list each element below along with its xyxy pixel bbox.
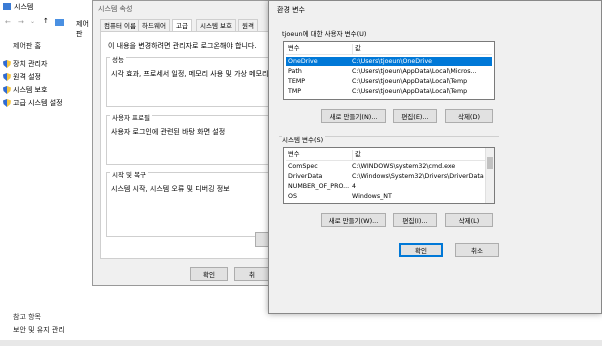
var-value: C:\Users\tjoeun\AppData\Local\Temp bbox=[352, 78, 468, 85]
var-name: OS bbox=[288, 193, 297, 200]
system-icon bbox=[3, 3, 11, 10]
sidebar-item-advanced-settings[interactable]: 고급 시스템 설정 bbox=[3, 98, 63, 108]
tab-panel: 이 내용을 변경하려면 관리자로 로그온해야 합니다. 성능 시각 효과, 프로… bbox=[100, 31, 287, 259]
list-item[interactable]: Path C:\Users\tjoeun\AppData\Local\Micro… bbox=[286, 67, 492, 76]
dialog-title: 시스템 속성 bbox=[98, 5, 133, 13]
user-new-button[interactable]: 새로 만들기(N)... bbox=[321, 109, 386, 123]
window-title: 시스템 bbox=[14, 3, 34, 11]
var-value: C:\WINDOWS\system32\cmd.exe bbox=[352, 163, 456, 170]
system-variables-list[interactable]: 변수 값 ComSpec C:\WINDOWS\system32\cmd.exe… bbox=[283, 147, 495, 204]
shield-icon bbox=[3, 73, 11, 81]
control-panel-home-link[interactable]: 제어판 홈 bbox=[13, 41, 41, 51]
var-name: ComSpec bbox=[288, 163, 318, 170]
dialog-title: 환경 변수 bbox=[277, 6, 305, 14]
ok-button[interactable]: 확인 bbox=[399, 243, 443, 257]
cancel-button[interactable]: 취 bbox=[234, 267, 272, 281]
ok-button[interactable]: 확인 bbox=[190, 267, 228, 281]
forward-arrow-icon[interactable]: → bbox=[18, 18, 24, 26]
vertical-scrollbar[interactable] bbox=[485, 148, 494, 203]
list-item[interactable]: OneDrive C:\Users\tjoeun\OneDrive bbox=[286, 57, 492, 66]
var-name: Path bbox=[288, 68, 302, 75]
see-also-heading: 참고 항목 bbox=[13, 313, 41, 321]
startup-recovery-group: 시작 및 복구 시스템 시작, 시스템 오류 및 디버깅 정보 bbox=[106, 169, 286, 237]
profile-desc: 사용자 로그인에 관련된 바탕 화면 설정 bbox=[111, 128, 226, 136]
startup-title: 시작 및 복구 bbox=[110, 169, 149, 179]
profile-title: 사용자 프로필 bbox=[110, 112, 152, 122]
up-arrow-icon[interactable]: ↑ bbox=[43, 17, 49, 25]
column-value[interactable]: 값 bbox=[352, 150, 361, 160]
shield-icon bbox=[3, 86, 11, 94]
var-name: DriverData bbox=[288, 173, 323, 180]
column-variable[interactable]: 변수 bbox=[288, 44, 300, 54]
system-delete-button[interactable]: 삭제(L) bbox=[445, 213, 493, 227]
var-name: OneDrive bbox=[288, 58, 318, 65]
system-new-button[interactable]: 새로 만들기(W)... bbox=[321, 213, 386, 227]
performance-group: 성능 시각 효과, 프로세서 일정, 메모리 사용 및 가상 메모리 bbox=[106, 54, 286, 107]
var-value: 4 bbox=[352, 183, 357, 190]
performance-title: 성능 bbox=[110, 54, 126, 64]
breadcrumb[interactable]: 제어판 bbox=[76, 19, 92, 39]
cancel-button[interactable]: 취소 bbox=[455, 243, 499, 257]
list-item[interactable]: ComSpec C:\WINDOWS\system32\cmd.exe bbox=[286, 162, 484, 171]
window-titlebar: 시스템 bbox=[0, 0, 92, 14]
environment-variables-dialog: 환경 변수 tjoeun에 대한 사용자 변수(U) 변수 값 OneDrive… bbox=[268, 0, 602, 314]
tab-computer-name[interactable]: 컴퓨터 이름 bbox=[100, 19, 140, 31]
var-value: Windows_NT bbox=[352, 193, 392, 200]
user-variables-list[interactable]: 변수 값 OneDrive C:\Users\tjoeun\OneDrive P… bbox=[283, 41, 495, 100]
var-name: TMP bbox=[288, 88, 302, 95]
shield-icon bbox=[3, 60, 11, 68]
var-value: C:\Users\tjoeun\AppData\Local\Micros... bbox=[352, 68, 477, 75]
sidebar-item-label: 고급 시스템 설정 bbox=[13, 99, 63, 107]
sidebar-item-label: 원격 설정 bbox=[13, 73, 41, 81]
user-variables-title: tjoeun에 대한 사용자 변수(U) bbox=[282, 30, 367, 38]
var-name: NUMBER_OF_PRO... bbox=[288, 183, 350, 190]
column-value[interactable]: 값 bbox=[352, 44, 361, 54]
user-delete-button[interactable]: 삭제(D) bbox=[445, 109, 493, 123]
system-properties-dialog: 시스템 속성 컴퓨터 이름 하드웨어 고급 시스템 보호 원격 이 내용을 변경… bbox=[92, 0, 287, 286]
taskbar-strip bbox=[0, 340, 602, 346]
back-arrow-icon[interactable]: ← bbox=[5, 18, 11, 26]
sidebar-item-device-manager[interactable]: 장치 관리자 bbox=[3, 59, 47, 69]
tab-system-protection[interactable]: 시스템 보호 bbox=[196, 19, 236, 31]
nav-bar: ← → ⌄ ↑ 제어판 bbox=[0, 16, 92, 38]
list-item[interactable]: DriverData C:\Windows\System32\Drivers\D… bbox=[286, 172, 484, 181]
sidebar-item-system-protection[interactable]: 시스템 보호 bbox=[3, 85, 47, 95]
list-item[interactable]: OS Windows_NT bbox=[286, 192, 484, 201]
user-profile-group: 사용자 프로필 사용자 로그인에 관련된 바탕 화면 설정 bbox=[106, 112, 286, 165]
var-value: C:\Users\tjoeun\OneDrive bbox=[352, 58, 433, 65]
var-value: C:\Users\tjoeun\AppData\Local\Temp bbox=[352, 88, 468, 95]
list-item[interactable]: TMP C:\Users\tjoeun\AppData\Local\Temp bbox=[286, 87, 492, 96]
list-header: 변수 값 bbox=[286, 150, 492, 161]
list-item[interactable]: NUMBER_OF_PRO... 4 bbox=[286, 182, 484, 191]
performance-desc: 시각 효과, 프로세서 일정, 메모리 사용 및 가상 메모리 bbox=[111, 70, 269, 78]
startup-desc: 시스템 시작, 시스템 오류 및 디버깅 정보 bbox=[111, 185, 230, 193]
tab-remote[interactable]: 원격 bbox=[238, 19, 258, 31]
column-variable[interactable]: 변수 bbox=[288, 150, 300, 160]
sidebar-item-label: 시스템 보호 bbox=[13, 86, 48, 94]
list-header: 변수 값 bbox=[286, 44, 492, 55]
tab-hardware[interactable]: 하드웨어 bbox=[138, 19, 170, 31]
var-value: C:\Windows\System32\Drivers\DriverData bbox=[352, 173, 484, 180]
system-edit-button[interactable]: 편집(I)... bbox=[393, 213, 437, 227]
admin-notice: 이 내용을 변경하려면 관리자로 로그온해야 합니다. bbox=[108, 42, 257, 50]
system-variables-title: 시스템 변수(S) bbox=[282, 134, 326, 144]
scrollbar-thumb[interactable] bbox=[487, 157, 493, 169]
shield-icon bbox=[3, 99, 11, 107]
chevron-down-icon[interactable]: ⌄ bbox=[30, 18, 35, 25]
user-edit-button[interactable]: 편집(E)... bbox=[393, 109, 437, 123]
var-name: TEMP bbox=[288, 78, 306, 85]
security-maintenance-link[interactable]: 보안 및 유지 관리 bbox=[13, 325, 65, 335]
list-item[interactable]: TEMP C:\Users\tjoeun\AppData\Local\Temp bbox=[286, 77, 492, 86]
sidebar-item-label: 장치 관리자 bbox=[13, 60, 48, 68]
sidebar-item-remote-settings[interactable]: 원격 설정 bbox=[3, 72, 41, 82]
monitor-icon bbox=[55, 19, 64, 26]
